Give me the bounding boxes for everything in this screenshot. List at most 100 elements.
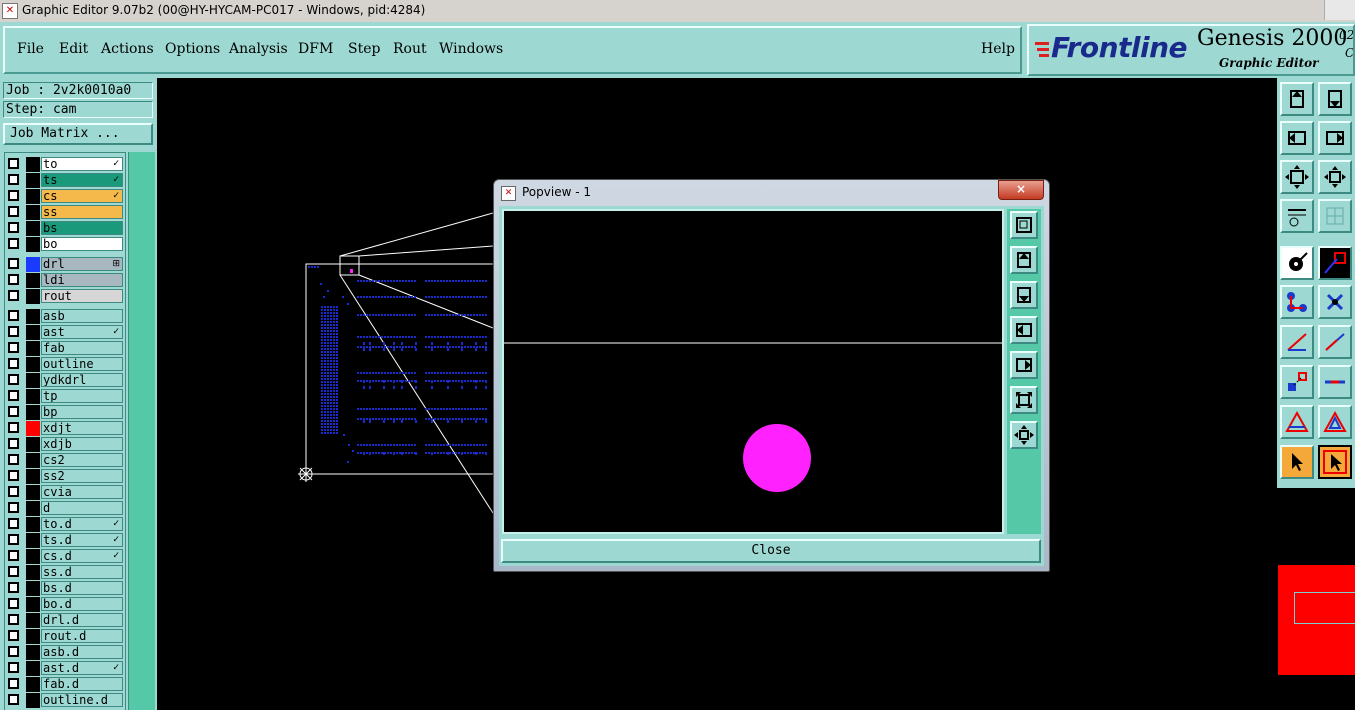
- layer-checkbox[interactable]: [8, 422, 19, 433]
- layer-name[interactable]: fab.d: [41, 677, 123, 691]
- layer-checkbox[interactable]: [8, 454, 19, 465]
- layer-checkbox[interactable]: [8, 374, 19, 385]
- overview-map[interactable]: [1277, 488, 1355, 710]
- zoom-down-icon[interactable]: [1010, 281, 1038, 309]
- layer-row[interactable]: cs2: [6, 453, 124, 468]
- layer-color-swatch[interactable]: [26, 693, 40, 708]
- layer-color-swatch[interactable]: [26, 533, 40, 548]
- menu-options[interactable]: Options: [165, 41, 220, 57]
- layer-color-swatch[interactable]: [26, 173, 40, 188]
- layer-color-swatch[interactable]: [26, 309, 40, 324]
- layer-row[interactable]: to ✓: [6, 157, 124, 172]
- layer-row[interactable]: bp: [6, 405, 124, 420]
- popview-canvas[interactable]: [502, 209, 1004, 534]
- menu-step[interactable]: Step: [348, 41, 380, 57]
- layer-checkbox[interactable]: [8, 238, 19, 249]
- layer-row[interactable]: outline.d: [6, 693, 124, 708]
- menu-edit[interactable]: Edit: [59, 41, 88, 57]
- pan-left-icon[interactable]: [1010, 316, 1038, 344]
- grid-icon[interactable]: [1318, 199, 1352, 233]
- layer-row[interactable]: ts ✓: [6, 173, 124, 188]
- layer-name[interactable]: xdjb: [41, 437, 123, 451]
- triangle-select-icon[interactable]: [1318, 405, 1352, 439]
- menu-help[interactable]: Help: [981, 41, 1015, 57]
- layer-color-swatch[interactable]: [26, 677, 40, 692]
- menu-windows[interactable]: Windows: [439, 41, 503, 57]
- layer-name[interactable]: ast ✓: [41, 325, 123, 339]
- layer-name[interactable]: ss.d: [41, 565, 123, 579]
- layer-row[interactable]: xdjb: [6, 437, 124, 452]
- layer-color-swatch[interactable]: [26, 485, 40, 500]
- layer-checkbox[interactable]: [8, 158, 19, 169]
- layer-checkbox[interactable]: [8, 534, 19, 545]
- layer-color-swatch[interactable]: [26, 257, 40, 272]
- layer-name[interactable]: cvia: [41, 485, 123, 499]
- layer-row[interactable]: bo: [6, 237, 124, 252]
- layer-row[interactable]: ss2: [6, 469, 124, 484]
- fit-all-icon[interactable]: [1280, 160, 1314, 194]
- layer-color-swatch[interactable]: [26, 405, 40, 420]
- layer-row[interactable]: outline: [6, 357, 124, 372]
- layer-checkbox[interactable]: [8, 342, 19, 353]
- layer-name[interactable]: d: [41, 501, 123, 515]
- layer-name[interactable]: asb.d: [41, 645, 123, 659]
- measure-icon[interactable]: [1280, 199, 1314, 233]
- layer-name[interactable]: rout: [41, 289, 123, 303]
- layer-row[interactable]: to.d ✓: [6, 517, 124, 532]
- layer-color-swatch[interactable]: [26, 325, 40, 340]
- layer-name[interactable]: to ✓: [41, 157, 123, 171]
- zoom-home-icon[interactable]: [1280, 82, 1314, 116]
- pan-right-icon[interactable]: [1010, 351, 1038, 379]
- layer-row[interactable]: cs ✓: [6, 189, 124, 204]
- layer-color-swatch[interactable]: [26, 565, 40, 580]
- layer-color-swatch[interactable]: [26, 597, 40, 612]
- add-line-icon[interactable]: [1280, 325, 1314, 359]
- layer-checkbox[interactable]: [8, 614, 19, 625]
- layer-color-swatch[interactable]: [26, 157, 40, 172]
- layer-name[interactable]: cs.d ✓: [41, 549, 123, 563]
- layer-checkbox[interactable]: [8, 550, 19, 561]
- layer-checkbox[interactable]: [8, 646, 19, 657]
- layer-checkbox[interactable]: [8, 274, 19, 285]
- layer-checkbox[interactable]: [8, 290, 19, 301]
- layer-name[interactable]: to.d ✓: [41, 517, 123, 531]
- layer-checkbox[interactable]: [8, 406, 19, 417]
- layer-row[interactable]: rout.d: [6, 629, 124, 644]
- layer-name[interactable]: asb: [41, 309, 123, 323]
- layer-row[interactable]: xdjt: [6, 421, 124, 436]
- layer-checkbox[interactable]: [8, 358, 19, 369]
- layer-name[interactable]: outline: [41, 357, 123, 371]
- job-matrix-button[interactable]: Job Matrix ...: [3, 123, 153, 145]
- layer-name[interactable]: cs2: [41, 453, 123, 467]
- layer-name[interactable]: ydkdrl: [41, 373, 123, 387]
- pointer-icon[interactable]: [1280, 445, 1314, 479]
- delete-feature-icon[interactable]: [1318, 285, 1352, 319]
- layer-checkbox[interactable]: [8, 598, 19, 609]
- layer-checkbox[interactable]: [8, 518, 19, 529]
- edit-line-icon[interactable]: [1318, 325, 1352, 359]
- layer-color-swatch[interactable]: [26, 613, 40, 628]
- popup-close-icon[interactable]: ×: [998, 180, 1044, 200]
- layer-checkbox[interactable]: [8, 174, 19, 185]
- layer-list-scrollbar[interactable]: [128, 152, 155, 710]
- layer-checkbox[interactable]: [8, 486, 19, 497]
- layer-checkbox[interactable]: [8, 390, 19, 401]
- layer-color-swatch[interactable]: [26, 341, 40, 356]
- layer-row[interactable]: ss: [6, 205, 124, 220]
- layer-checkbox[interactable]: [8, 310, 19, 321]
- layer-row[interactable]: ast ✓: [6, 325, 124, 340]
- layer-row[interactable]: ss.d: [6, 565, 124, 580]
- layer-color-swatch[interactable]: [26, 373, 40, 388]
- layer-name[interactable]: outline.d: [41, 693, 123, 707]
- layer-row[interactable]: cvia: [6, 485, 124, 500]
- layer-row[interactable]: drl.d: [6, 613, 124, 628]
- layer-name[interactable]: bs: [41, 221, 123, 235]
- layer-color-swatch[interactable]: [26, 189, 40, 204]
- layer-name[interactable]: cs ✓: [41, 189, 123, 203]
- pan-right-icon[interactable]: [1318, 121, 1352, 155]
- layer-row[interactable]: ydkdrl: [6, 373, 124, 388]
- layer-name[interactable]: ast.d ✓: [41, 661, 123, 675]
- layer-name[interactable]: drl ⊞: [41, 257, 123, 271]
- cut-line-icon[interactable]: [1318, 365, 1352, 399]
- layer-color-swatch[interactable]: [26, 289, 40, 304]
